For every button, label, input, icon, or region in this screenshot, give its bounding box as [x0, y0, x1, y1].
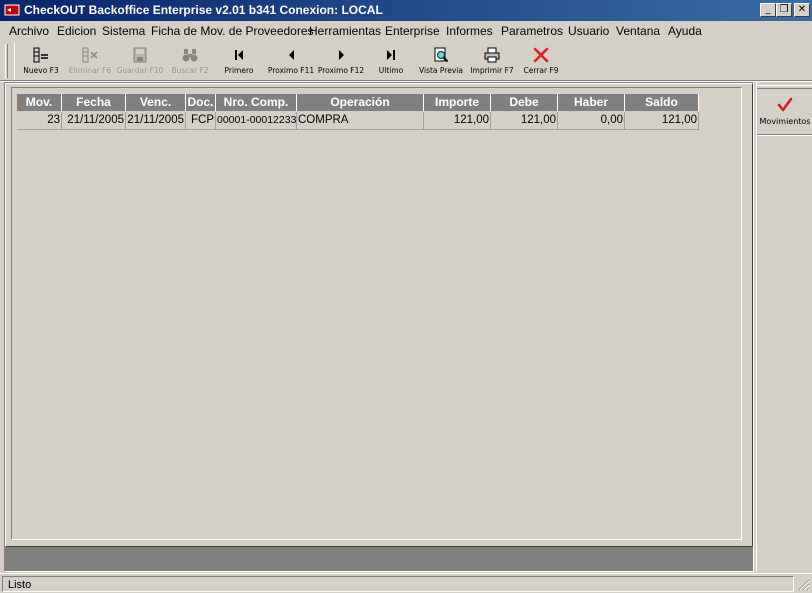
binoculars-icon: [182, 49, 198, 62]
menu-enterprise[interactable]: Enterprise: [385, 24, 440, 38]
cell-debe[interactable]: 121,00: [491, 112, 558, 130]
guardar-button[interactable]: Guardar F10: [115, 42, 165, 80]
col-header-importe[interactable]: Importe: [424, 94, 491, 111]
close-button[interactable]: ✕: [794, 3, 810, 17]
cell-venc[interactable]: 21/11/2005: [126, 112, 186, 130]
menu-ficha[interactable]: Ficha de Mov. de Proveedores: [151, 24, 314, 38]
side-panel: Movimientos: [756, 82, 812, 572]
col-header-haber[interactable]: Haber: [558, 94, 625, 111]
toolbar: Nuevo F3 Eliminar F6 Guardar F10 Buscar …: [14, 42, 568, 80]
first-record-icon: [235, 50, 243, 60]
previous-record-icon: [289, 50, 294, 60]
restore-button[interactable]: ❐: [776, 3, 792, 17]
menu-ventana[interactable]: Ventana: [616, 24, 660, 38]
nuevo-button[interactable]: Nuevo F3: [21, 42, 61, 80]
new-record-icon: [33, 47, 48, 63]
mdi-client-area: Mov. Fecha Venc. Doc. Nro. Comp. Operaci…: [4, 82, 754, 572]
delete-record-icon: [82, 47, 98, 63]
printer-icon: [484, 47, 500, 63]
col-header-nro-comp[interactable]: Nro. Comp.: [216, 94, 297, 111]
col-header-mov[interactable]: Mov.: [17, 94, 62, 111]
minimize-button[interactable]: _: [760, 3, 776, 17]
nuevo-label: Nuevo F3: [23, 66, 59, 75]
status-panel: Listo: [2, 576, 794, 592]
ultimo-label: Ultimo: [378, 66, 404, 75]
menu-informes[interactable]: Informes: [446, 24, 493, 38]
proximo-f11-button[interactable]: Proximo F11: [267, 42, 315, 80]
primero-label: Primero: [224, 66, 254, 75]
print-preview-icon: [434, 47, 449, 63]
status-bar: Listo: [0, 573, 812, 593]
cell-mov[interactable]: 23: [17, 112, 62, 130]
menu-archivo[interactable]: Archivo: [9, 24, 49, 38]
cell-doc[interactable]: FCP: [186, 112, 216, 130]
eliminar-label: Eliminar F6: [68, 66, 112, 75]
guardar-label: Guardar F10: [116, 66, 164, 75]
toolbar-grip[interactable]: [5, 44, 8, 78]
cell-operacion[interactable]: COMPRA: [297, 112, 424, 130]
app-icon: [4, 4, 20, 16]
col-header-saldo[interactable]: Saldo: [625, 94, 699, 111]
cell-saldo[interactable]: 121,00: [625, 112, 699, 130]
resize-grip-icon[interactable]: [798, 579, 810, 591]
side-panel-divider: [757, 134, 812, 136]
imprimir-button[interactable]: Imprimir F7: [469, 42, 515, 80]
menu-edicion[interactable]: Edicion: [57, 24, 96, 38]
cerrar-label: Cerrar F9: [523, 66, 559, 75]
menu-sistema[interactable]: Sistema: [102, 24, 145, 38]
cell-nro-comp[interactable]: 00001-00012233: [216, 112, 297, 130]
status-text: Listo: [8, 579, 32, 591]
movimientos-button[interactable]: Movimientos: [758, 92, 812, 132]
title-bar: CheckOUT Backoffice Enterprise v2.01 b34…: [0, 0, 812, 21]
proximo-f11-label: Proximo F11: [267, 66, 315, 75]
menu-usuario[interactable]: Usuario: [568, 24, 609, 38]
vista-previa-label: Vista Previa: [419, 66, 463, 75]
last-record-icon: [387, 50, 395, 60]
cerrar-button[interactable]: Cerrar F9: [519, 42, 563, 80]
col-header-debe[interactable]: Debe: [491, 94, 558, 111]
ficha-window: Mov. Fecha Venc. Doc. Nro. Comp. Operaci…: [5, 83, 753, 547]
checkmark-icon: [777, 97, 793, 112]
cell-importe[interactable]: 121,00: [424, 112, 491, 130]
vista-previa-button[interactable]: Vista Previa: [417, 42, 465, 80]
buscar-label: Buscar F2: [171, 66, 209, 75]
ultimo-button[interactable]: Ultimo: [373, 42, 409, 80]
movimientos-label: Movimientos: [759, 117, 811, 126]
save-disk-icon: [133, 47, 147, 63]
side-panel-grip: [757, 85, 812, 89]
close-red-x-icon: [533, 47, 549, 63]
menu-bar: Archivo Edicion Sistema Ficha de Mov. de…: [0, 21, 812, 41]
primero-button[interactable]: Primero: [219, 42, 259, 80]
buscar-button[interactable]: Buscar F2: [167, 42, 213, 80]
eliminar-button[interactable]: Eliminar F6: [67, 42, 113, 80]
movements-grid[interactable]: Mov. Fecha Venc. Doc. Nro. Comp. Operaci…: [11, 87, 742, 540]
cell-fecha[interactable]: 21/11/2005: [62, 112, 126, 130]
proximo-f12-label: Proximo F12: [317, 66, 365, 75]
col-header-venc[interactable]: Venc.: [126, 94, 186, 111]
menu-parametros[interactable]: Parametros: [501, 24, 563, 38]
menu-ayuda[interactable]: Ayuda: [668, 24, 702, 38]
window-title: CheckOUT Backoffice Enterprise v2.01 b34…: [24, 3, 383, 17]
next-record-icon: [339, 50, 344, 60]
menu-herramientas[interactable]: Herramientas: [309, 24, 381, 38]
imprimir-label: Imprimir F7: [470, 66, 514, 75]
col-header-fecha[interactable]: Fecha: [62, 94, 126, 111]
col-header-doc[interactable]: Doc.: [186, 94, 216, 111]
col-header-operacion[interactable]: Operación: [297, 94, 424, 111]
cell-haber[interactable]: 0,00: [558, 112, 625, 130]
proximo-f12-button[interactable]: Proximo F12: [317, 42, 365, 80]
